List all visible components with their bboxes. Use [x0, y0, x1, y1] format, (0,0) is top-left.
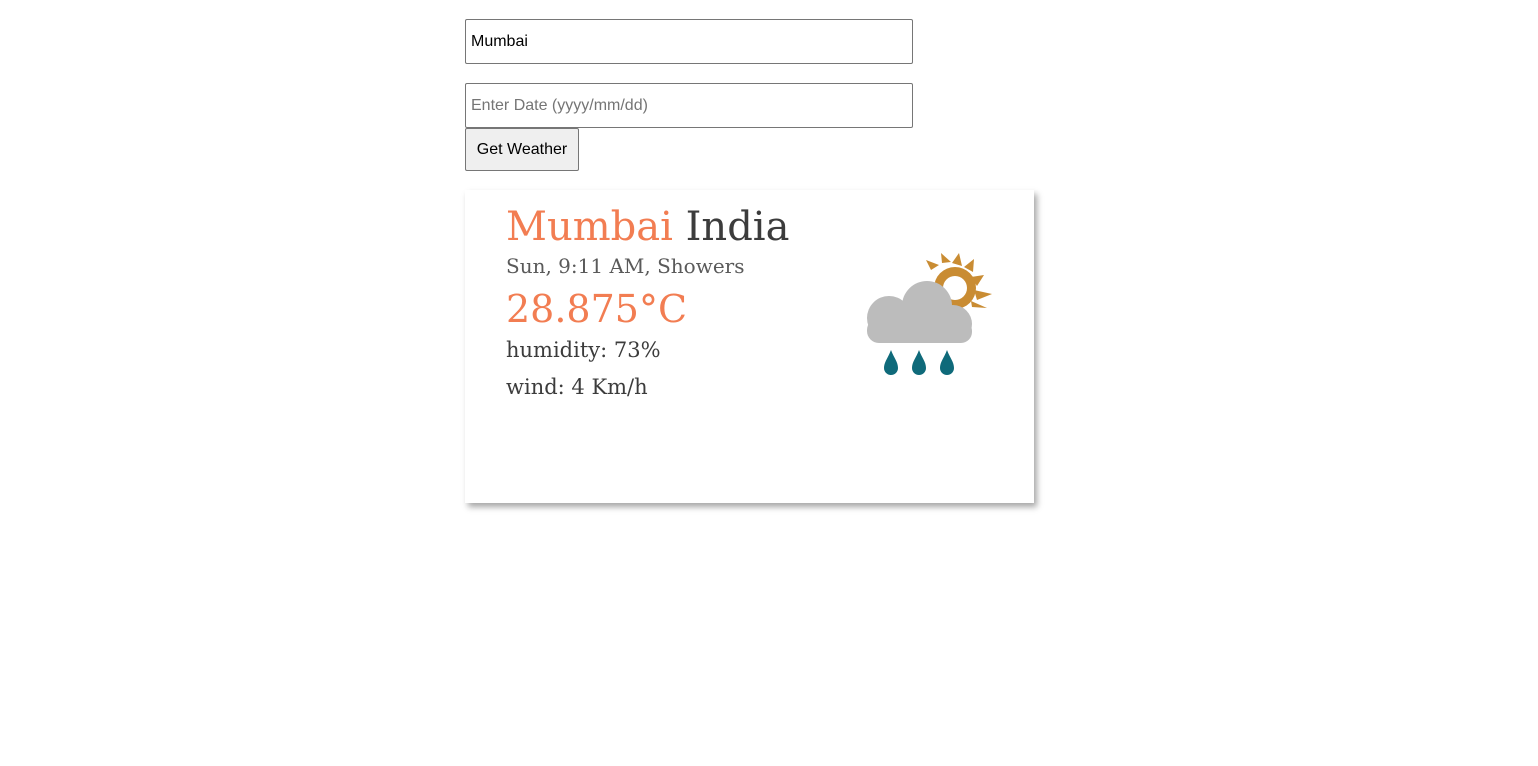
date-input[interactable] — [465, 83, 913, 128]
city-input[interactable] — [465, 19, 913, 64]
city-name: Mumbai — [506, 204, 673, 250]
weather-summary: Sun, 9:11 AM, Showers — [506, 254, 745, 278]
weather-search-form: Get Weather — [465, 19, 913, 171]
get-weather-button[interactable]: Get Weather — [465, 128, 579, 171]
rain-drops-icon — [884, 350, 954, 375]
humidity-label: humidity: 73% — [506, 338, 661, 362]
weather-details: Mumbai India Sun, 9:11 AM, Showers 28.87… — [506, 202, 789, 406]
country-name: India — [685, 204, 790, 250]
showers-partly-cloudy-icon — [867, 253, 992, 375]
weather-card: Mumbai India Sun, 9:11 AM, Showers 28.87… — [465, 190, 1034, 503]
location-heading: Mumbai India — [506, 202, 789, 252]
wind-label: wind: 4 Km/h — [506, 375, 648, 399]
temperature: 28.875°C — [506, 287, 688, 331]
